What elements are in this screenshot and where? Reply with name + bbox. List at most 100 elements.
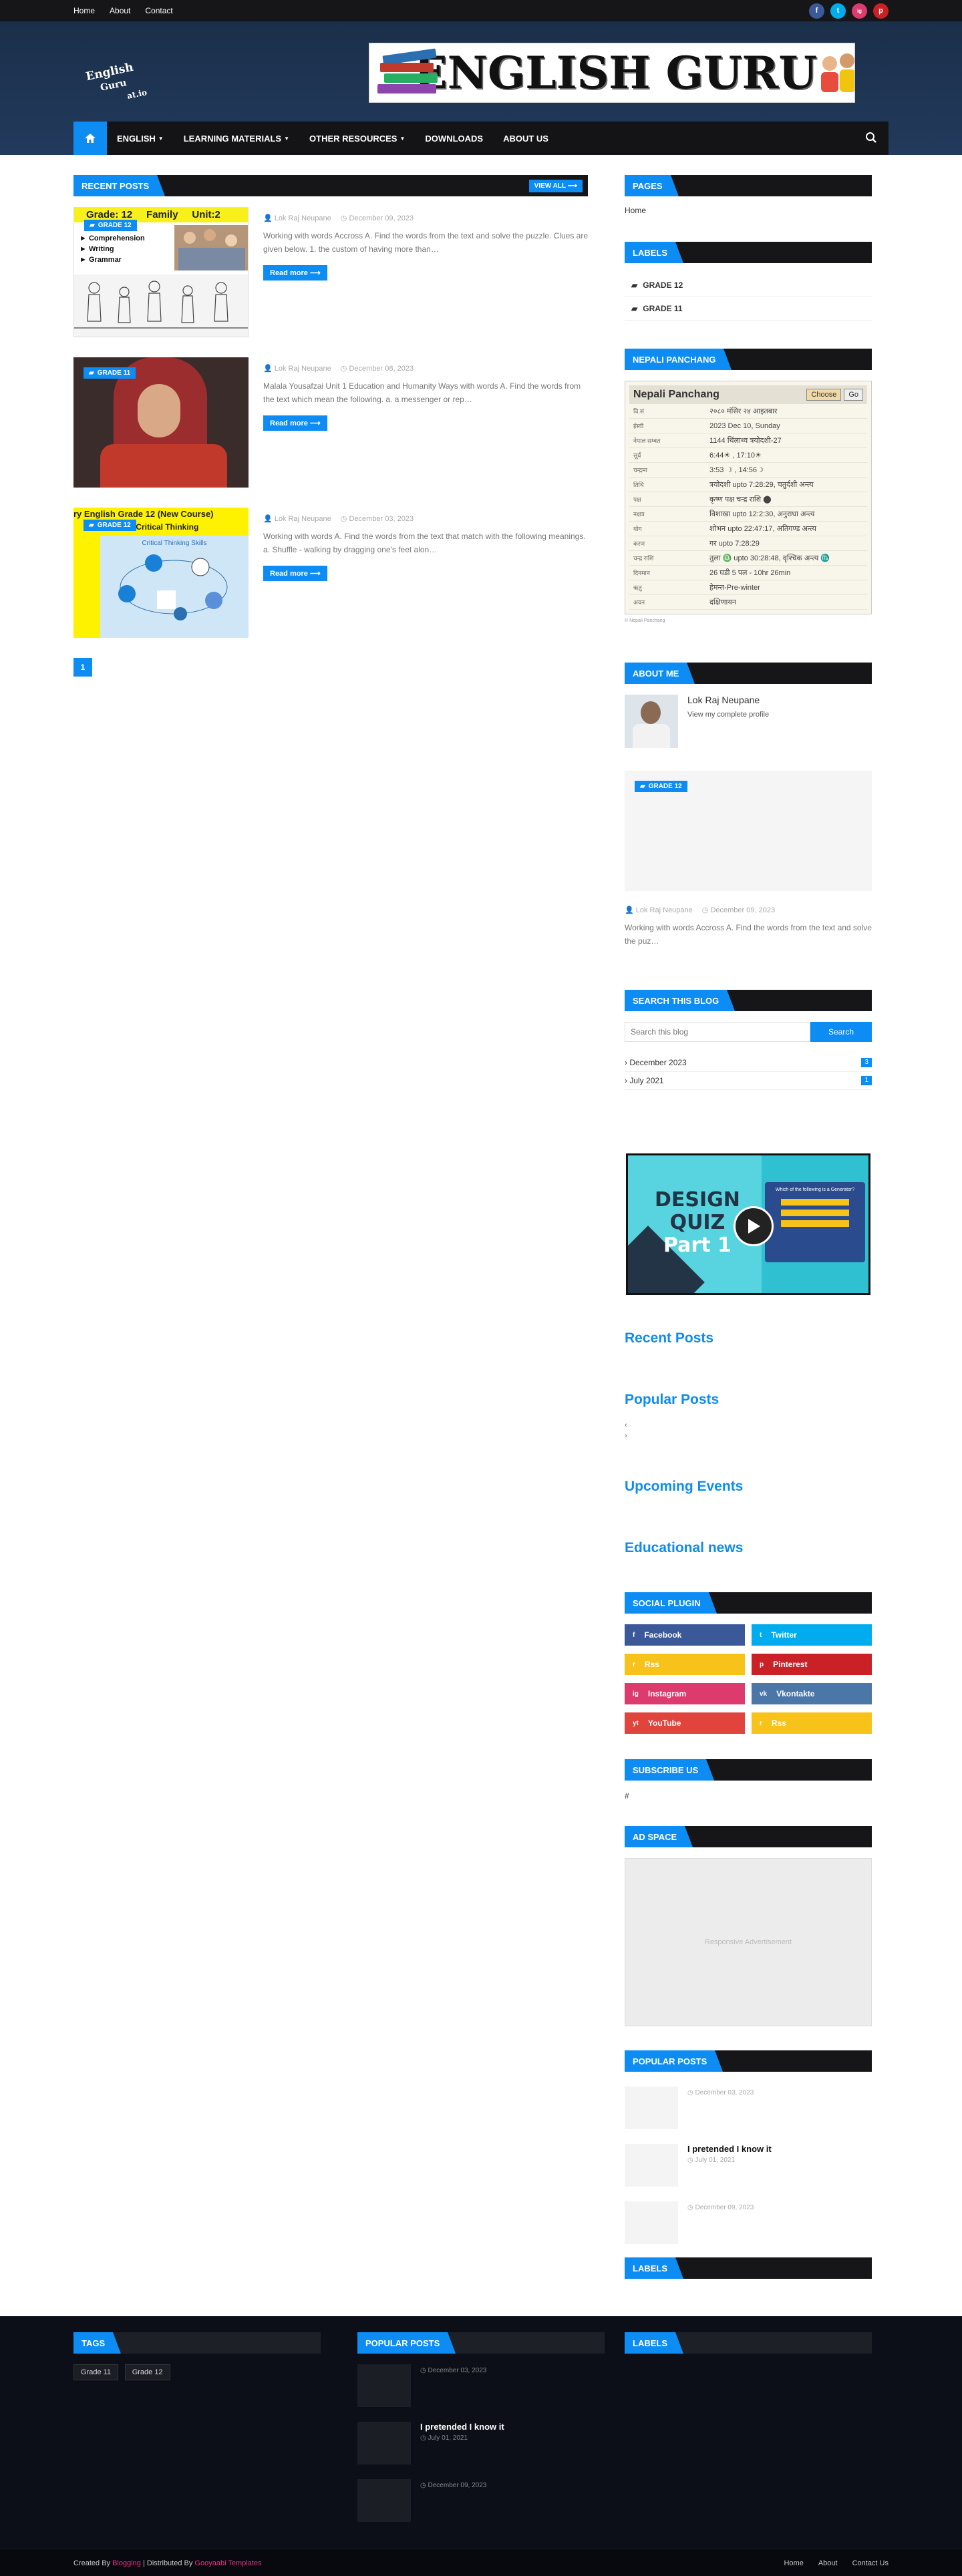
logo-text-3: at.io [126,87,148,101]
panchang-row: ऋतु हेमन्त-Pre-winter [629,580,867,595]
post-label-badge[interactable]: ▰ GRADE 12 [84,220,137,231]
read-more-button[interactable]: Read more ⟶ [263,415,327,431]
social-button-twitter[interactable]: t Twitter [752,1624,872,1646]
choose-button[interactable]: Choose [806,389,842,401]
post-thumbnail[interactable]: Grade: 12 Family Unit:2 ► Comprehension … [73,207,249,337]
go-button[interactable]: Go [844,389,863,401]
post-label-badge[interactable]: ▰ GRADE 11 [84,367,136,379]
post-item: ▰ GRADE 11 👤 Lok Raj Neupane ◷ December 0… [73,357,588,488]
arrow-left-icon[interactable]: ‹ [625,1420,872,1431]
page-link-home[interactable]: Home [625,206,872,215]
popular-post-item[interactable]: I pretended I know it ◷ July 01, 2021 [357,2422,605,2464]
widget-header: NEPALI PANCHANG [625,349,872,370]
popular-posts-widget: POPULAR POSTS ◷ December 03, 2023 I pret… [625,2050,872,2259]
nav-downloads[interactable]: DOWNLOADS [415,122,493,155]
pages-widget: PAGES Home [625,175,872,215]
nav-label: DOWNLOADS [425,133,484,144]
social-button-rss[interactable]: r Rss [752,1712,872,1734]
home-icon[interactable] [73,122,107,155]
post-label-badge[interactable]: ▰ GRADE 12 [84,520,136,531]
archive-item[interactable]: › July 2021 1 [625,1072,872,1090]
nav-about-us[interactable]: ABOUT US [493,122,558,155]
read-more-button[interactable]: Read more ⟶ [263,265,327,281]
top-link-home[interactable]: Home [73,6,95,15]
search-button[interactable]: Search [810,1022,872,1042]
r-icon: r [633,1660,635,1668]
post-thumbnail[interactable]: ry English Grade 12 (New Course) Unit: O… [73,508,249,638]
search-icon[interactable] [865,132,878,145]
play-icon[interactable] [734,1206,774,1246]
featured-thumbnail[interactable]: ▰ GRADE 12 [625,771,872,891]
panchang-value: तुला ♎ upto 30:28:48, वृश्चिक अन्त्य ♏ [709,554,830,562]
read-more-button[interactable]: Read more ⟶ [263,566,327,581]
popular-post-item[interactable]: ◷ December 09, 2023 [625,2201,872,2244]
post-author[interactable]: 👤 Lok Raj Neupane [263,364,331,373]
thinking-skills-diagram: Critical Thinking Skills [100,536,249,638]
t-icon: t [760,1631,762,1639]
view-profile-link[interactable]: View my complete profile [687,711,769,719]
social-button-rss[interactable]: r Rss [625,1654,745,1675]
avatar[interactable] [625,695,678,748]
panchang-box: Nepali Panchang Choose Go वि.सं २०८० मंसि… [625,381,872,614]
social-button-youtube[interactable]: yt YouTube [625,1712,745,1734]
face-shape [138,384,180,437]
nav-other-resources[interactable]: OTHER RESOURCES ▼ [299,122,415,155]
post-thumbnail[interactable]: ▰ GRADE 11 [73,357,249,488]
social-label: Instagram [647,1689,687,1698]
panchang-footer[interactable]: © Nepali Panchang [625,618,872,623]
post-author[interactable]: 👤 Lok Raj Neupane [263,514,331,523]
about-name[interactable]: Lok Raj Neupane [687,695,769,705]
footer-link-contact[interactable]: Contact Us [852,2559,889,2567]
archive-item[interactable]: › December 2023 3 [625,1054,872,1072]
facebook-icon[interactable]: f [809,3,824,19]
post-meta: 👤 Lok Raj Neupane ◷ December 09, 2023 [625,906,872,914]
twitter-icon[interactable]: t [830,3,846,19]
credits-link-blogging[interactable]: Blogging [112,2559,141,2567]
clock-icon: ◷ [340,515,347,523]
post-label-badge[interactable]: ▰ GRADE 12 [635,781,687,792]
date-text: December 08, 2023 [349,365,414,373]
credits-link-gooyaabi[interactable]: Gooyaabi Templates [194,2559,261,2567]
popular-post-item[interactable]: ◷ December 09, 2023 [357,2479,605,2522]
nav-english[interactable]: ENGLISH ▼ [107,122,174,155]
upcoming-events-heading: Upcoming Events [625,1479,744,1494]
top-link-about[interactable]: About [110,6,130,15]
video-thumbnail[interactable]: DESIGN QUIZ Part 1 Which of the followin… [626,1153,870,1295]
label-item[interactable]: ▰ GRADE 12 [625,274,872,297]
social-label: Twitter [771,1630,797,1640]
footer-tag[interactable]: Grade 11 [73,2364,119,2380]
footer-link-home[interactable]: Home [784,2559,803,2567]
panchang-row: तिथि त्रयोदशी upto 7:28:29, चतुर्दशी अन्त… [629,478,867,492]
footer-tag[interactable]: Grade 12 [124,2364,170,2380]
post-author[interactable]: 👤 Lok Raj Neupane [263,214,331,222]
social-button-facebook[interactable]: f Facebook [625,1624,745,1646]
pagination-page-1[interactable]: 1 [73,658,92,677]
ad-placeholder[interactable]: Responsive Advertisement [625,1858,872,2026]
popular-post-item[interactable]: ◷ December 03, 2023 [625,2086,872,2129]
social-button-instagram[interactable]: ig Instagram [625,1683,745,1704]
nav-label: OTHER RESOURCES [309,133,397,144]
social-button-pinterest[interactable]: p Pinterest [752,1654,872,1675]
pinterest-icon[interactable]: p [873,3,889,19]
footer-link-about[interactable]: About [818,2559,838,2567]
widget-header: PAGES [625,175,872,196]
top-link-contact[interactable]: Contact [145,6,172,15]
widget-header: LABELS [625,2257,872,2279]
popular-post-item[interactable]: I pretended I know it ◷ July 01, 2021 [625,2144,872,2187]
arrow-right-icon[interactable]: › [625,1431,872,1441]
instagram-icon[interactable]: ig [852,3,867,19]
label-item[interactable]: ▰ GRADE 11 [625,297,872,321]
view-all-button[interactable]: VIEW ALL ⟶ [528,180,583,192]
panchang-row: चन्द्रमा 3:53 ☽ , 14:56☽ [629,463,867,478]
popular-post-item[interactable]: ◷ December 03, 2023 [357,2364,605,2407]
panchang-key: अयन [633,599,645,606]
social-button-vkontakte[interactable]: vk Vkontakte [752,1683,872,1704]
widget-title: LABELS [625,2257,683,2279]
site-logo[interactable]: English Guru at.io [80,60,167,107]
video-title-line: Part 1 [663,1234,732,1257]
nav-learning-materials[interactable]: LEARNING MATERIALS ▼ [174,122,299,155]
post-author[interactable]: 👤 Lok Raj Neupane [625,906,693,914]
search-input[interactable] [625,1022,810,1042]
subscribe-text[interactable]: # [625,1791,872,1801]
header-banner[interactable]: ENGLISH GURU [369,43,855,103]
